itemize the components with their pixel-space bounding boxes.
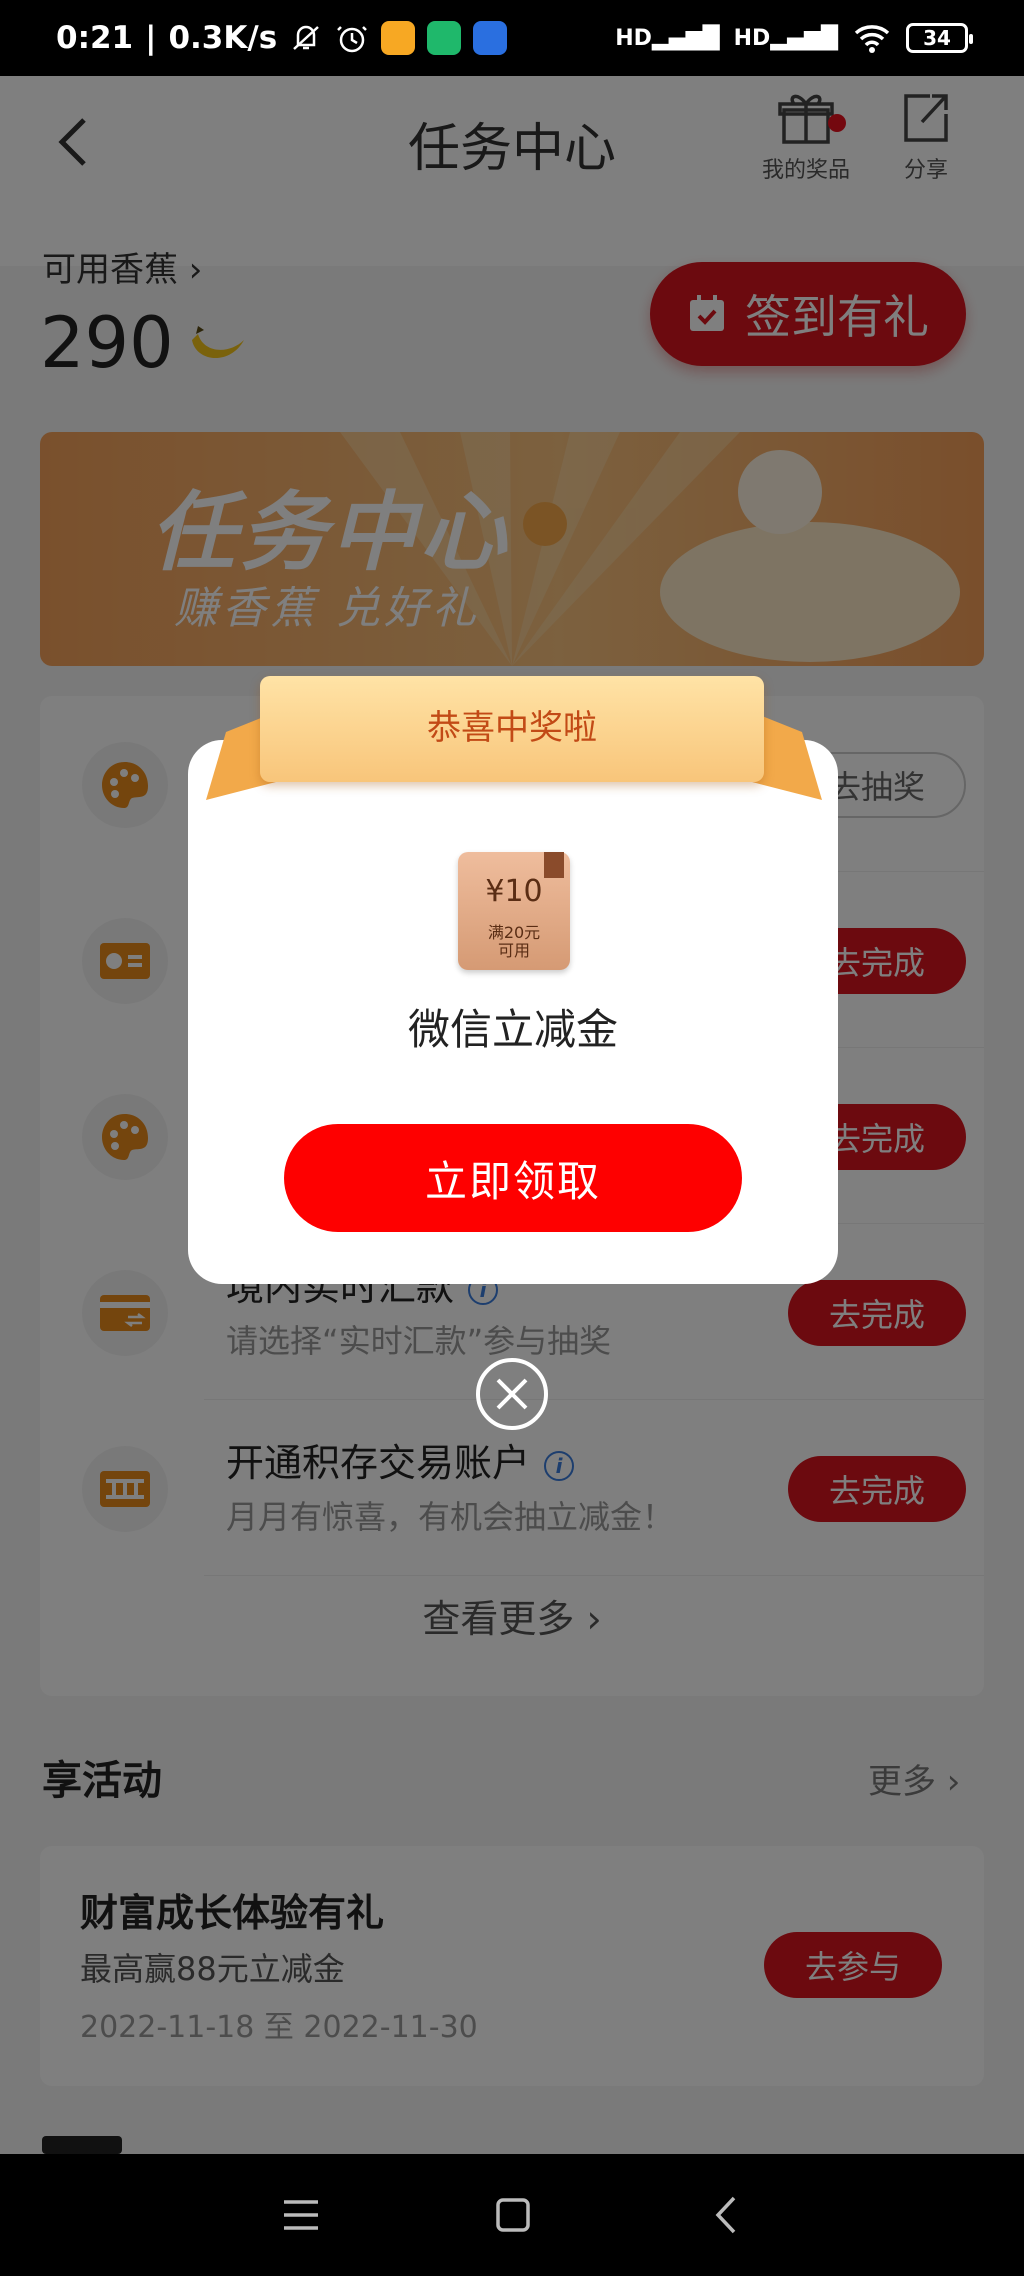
prize-name: 微信立减金 — [407, 1005, 618, 1054]
close-icon — [496, 1378, 528, 1410]
signal-1-icon: HD▂▄▆█ — [615, 25, 720, 51]
app-orange-icon — [381, 21, 416, 55]
congrats-text: 恭喜中奖啦 — [427, 708, 597, 748]
alarm-icon — [337, 26, 368, 53]
network-speed: 0.3K/s — [168, 20, 278, 56]
congrats-ribbon: 恭喜中奖啦 — [206, 672, 822, 802]
clock: 0:21 — [56, 20, 134, 56]
mute-bell-icon — [293, 25, 320, 50]
signal-2-icon: HD▂▄▆█ — [733, 25, 838, 51]
home-icon[interactable] — [490, 2192, 536, 2238]
voucher-condition: 满20元 可用 — [487, 923, 541, 960]
system-nav-bar — [0, 2154, 1024, 2276]
voucher-amount: ¥10 — [485, 874, 543, 909]
back-icon[interactable] — [704, 2192, 750, 2238]
status-bar: 0:21 | 0.3K/s HD▂▄▆█ HD▂▄▆█ 34 — [0, 0, 1024, 76]
close-dialog-button[interactable] — [476, 1358, 548, 1430]
voucher-card: ¥10 满20元 可用 — [458, 852, 570, 970]
battery-indicator: 34 — [906, 23, 973, 53]
app-blue-icon — [473, 21, 508, 55]
claim-now-button[interactable]: 立即领取 — [284, 1124, 742, 1232]
app-green-icon — [427, 21, 462, 55]
menu-icon[interactable] — [278, 2192, 324, 2238]
wifi-icon — [854, 25, 890, 53]
